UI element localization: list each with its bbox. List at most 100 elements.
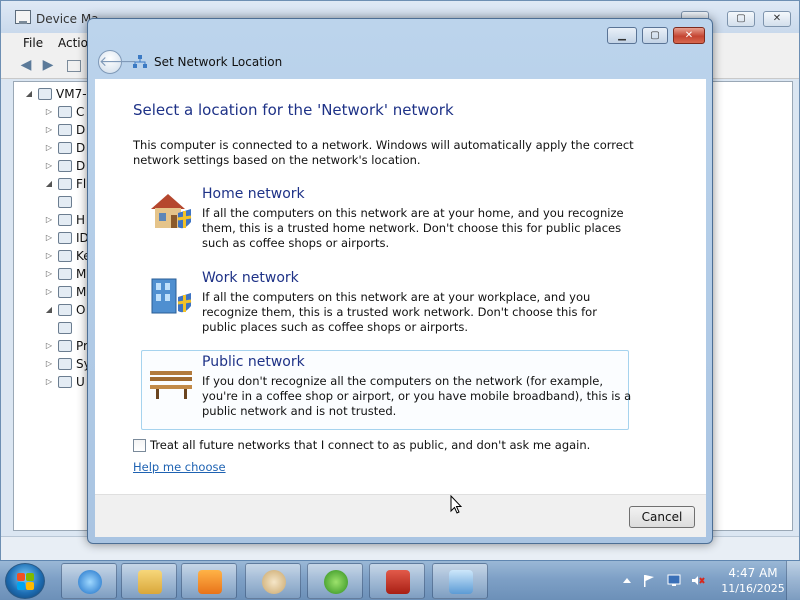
option-description: If all the computers on this network are…	[202, 206, 624, 250]
public-network-option[interactable]: Public network If you don't recognize al…	[141, 350, 632, 430]
device-tree-label: M	[76, 267, 87, 281]
dialog-maximize-button[interactable]: ▢	[642, 27, 668, 44]
device-category-icon	[58, 304, 72, 316]
start-button[interactable]	[5, 563, 45, 599]
show-hidden-icons-icon[interactable]	[620, 574, 634, 587]
home-network-option[interactable]: Home network If all the computers on thi…	[141, 182, 629, 262]
internet-explorer-icon	[78, 570, 102, 594]
tree-expander-icon[interactable]: ▷	[44, 161, 54, 171]
device-tree-label: D	[76, 159, 86, 173]
device-tree-label: O	[76, 303, 86, 317]
device-tree-label: M	[76, 285, 87, 299]
control-panel-icon	[449, 570, 473, 594]
device-category-icon	[58, 178, 72, 190]
mouse-pointer-icon	[450, 495, 462, 514]
tree-expander-icon[interactable]: ▷	[44, 287, 54, 297]
tree-expander-icon[interactable]: ▷	[44, 269, 54, 279]
device-manager-icon	[15, 10, 31, 24]
device-tree-label: U	[76, 375, 85, 389]
option-title: Public network	[202, 354, 305, 370]
tree-expander-icon[interactable]: ▷	[44, 143, 54, 153]
taskbar-media-player[interactable]	[181, 563, 237, 599]
taskbar: 4:47 AM 11/16/2025	[0, 560, 800, 600]
taskbar-internet-explorer[interactable]	[61, 563, 117, 599]
checkbox-label[interactable]: Treat all future networks that I connect…	[150, 438, 590, 452]
set-network-location-dialog: ▁ ▢ ✕ 🡐 Set Network Location Select a lo…	[87, 18, 713, 544]
device-category-icon	[58, 160, 72, 172]
clock-date[interactable]: 11/16/2025	[717, 582, 789, 595]
dialog-title: Set Network Location	[154, 55, 283, 69]
device-category-icon	[58, 106, 72, 118]
device-category-icon	[58, 376, 72, 388]
tree-expander-icon[interactable]: ▷	[44, 107, 54, 117]
tree-expander-icon[interactable]: ▷	[44, 377, 54, 387]
taskbar-windows-explorer[interactable]	[121, 563, 177, 599]
system-tray: 4:47 AM 11/16/2025	[615, 561, 800, 600]
taskbar-paint[interactable]	[245, 563, 301, 599]
dialog-close-button[interactable]: ✕	[673, 27, 705, 44]
dialog-footer: Cancel	[95, 494, 706, 537]
help-me-choose-link[interactable]: Help me choose	[133, 460, 226, 474]
device-tree-label: VM7-	[56, 87, 87, 101]
taskbar-toolbox[interactable]	[369, 563, 425, 599]
tree-expander-icon[interactable]: ▷	[44, 215, 54, 225]
dialog-content: Select a location for the 'Network' netw…	[95, 79, 706, 494]
menu-file[interactable]: File	[23, 36, 43, 50]
action-center-flag-icon[interactable]	[642, 574, 656, 587]
device-tree-label: D	[76, 123, 86, 137]
back-button[interactable]: 🡐	[98, 50, 137, 74]
device-category-icon	[58, 214, 72, 226]
device-category-icon	[58, 340, 72, 352]
show-desktop-button[interactable]	[786, 561, 800, 600]
device-tree-label: D	[76, 141, 86, 155]
tree-expander-icon[interactable]: ◢	[44, 179, 54, 189]
folder-icon	[138, 570, 162, 594]
treat-networks-public-checkbox[interactable]	[133, 439, 146, 452]
park-bench-icon	[150, 371, 192, 399]
taskbar-control-panel[interactable]	[432, 563, 488, 599]
tree-expander-icon[interactable]: ▷	[44, 251, 54, 261]
device-category-icon	[58, 250, 72, 262]
device-category-icon	[58, 232, 72, 244]
paint-palette-icon	[262, 570, 286, 594]
toolbox-icon	[386, 570, 410, 594]
work-network-option[interactable]: Work network If all the computers on thi…	[141, 266, 629, 346]
tree-expander-icon[interactable]: ▷	[44, 125, 54, 135]
back-arrow-icon[interactable]: ◀	[17, 58, 35, 72]
tree-expander-icon[interactable]: ◢	[44, 305, 54, 315]
device-category-icon	[58, 268, 72, 280]
clock-time[interactable]: 4:47 AM	[723, 566, 783, 580]
taskbar-media-center[interactable]	[307, 563, 363, 599]
option-description: If you don't recognize all the computers…	[202, 374, 632, 418]
device-category-icon	[38, 88, 52, 100]
tree-expander-icon[interactable]: ▷	[44, 341, 54, 351]
page-heading: Select a location for the 'Network' netw…	[133, 101, 454, 119]
network-icon	[133, 55, 147, 68]
media-center-icon	[324, 570, 348, 594]
home-icon	[151, 194, 192, 229]
option-description: If all the computers on this network are…	[202, 290, 597, 334]
device-tree-label: Fl	[76, 177, 87, 191]
tree-expander-icon[interactable]: ◢	[24, 89, 34, 99]
cancel-button[interactable]: Cancel	[629, 506, 695, 528]
properties-icon[interactable]	[67, 60, 81, 72]
device-category-icon	[58, 286, 72, 298]
device-category-icon	[58, 358, 72, 370]
forward-arrow-icon[interactable]: ▶	[39, 58, 57, 72]
device-tree-label: C	[76, 105, 85, 119]
menu-action[interactable]: Actio	[58, 36, 88, 50]
media-player-icon	[198, 570, 222, 594]
tree-expander-icon[interactable]	[44, 323, 54, 333]
dm-maximize-button[interactable]: ▢	[727, 11, 755, 27]
tree-expander-icon[interactable]	[44, 197, 54, 207]
tree-expander-icon[interactable]: ▷	[44, 359, 54, 369]
dm-close-button[interactable]: ✕	[763, 11, 791, 27]
intro-text: This computer is connected to a network.…	[133, 138, 634, 167]
device-category-icon	[58, 142, 72, 154]
volume-muted-icon[interactable]	[691, 574, 705, 587]
network-status-icon[interactable]	[667, 574, 681, 587]
dialog-minimize-button[interactable]: ▁	[607, 27, 637, 44]
tree-expander-icon[interactable]: ▷	[44, 233, 54, 243]
device-tree-label: H	[76, 213, 86, 227]
option-title: Work network	[202, 270, 299, 286]
